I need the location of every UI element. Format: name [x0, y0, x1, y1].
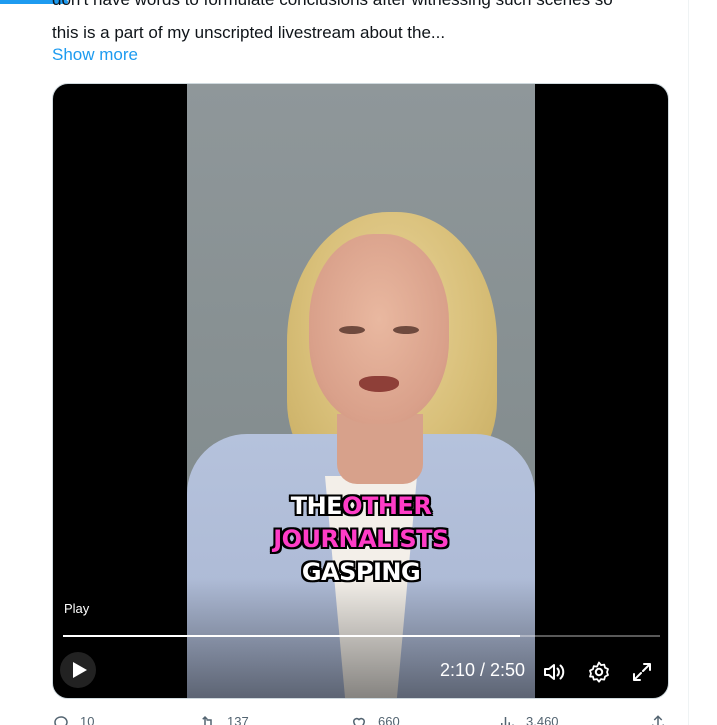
caption-word-the: THE	[290, 492, 343, 520]
tweet-text-line-2: this is a part of my unscripted livestre…	[52, 23, 446, 42]
column-divider	[688, 0, 689, 725]
show-more-link[interactable]: Show more	[52, 45, 138, 65]
presenter-neck	[337, 414, 423, 484]
video-player[interactable]: THEOTHER JOURNALISTS GASPING Play 2:10 /…	[52, 83, 669, 699]
play-button[interactable]	[60, 652, 96, 688]
tweet-actions: 10 137 660 3,460	[52, 714, 669, 725]
right-eye	[393, 326, 419, 334]
tweet-text-line-1: don't have words to formulate conclusion…	[52, 0, 613, 11]
mouth	[359, 376, 399, 392]
repost-button[interactable]: 137	[199, 714, 249, 725]
play-tooltip: Play	[64, 601, 90, 616]
views-icon	[501, 717, 514, 725]
share-button[interactable]	[649, 714, 667, 725]
volume-button[interactable]	[542, 660, 566, 684]
presenter-face	[309, 234, 449, 424]
reply-count: 10	[80, 714, 95, 725]
reply-button[interactable]: 10	[52, 714, 94, 725]
video-time: 2:10 / 2:50	[440, 660, 526, 680]
views-count: 3,460	[526, 714, 559, 725]
settings-button[interactable]	[587, 660, 611, 684]
repost-icon	[202, 715, 212, 725]
views-button[interactable]: 3,460	[498, 714, 559, 725]
controls-overlay	[53, 578, 668, 698]
caption-word-other: OTHER	[342, 492, 432, 520]
left-eye	[339, 326, 365, 334]
repost-count: 137	[227, 714, 249, 725]
video-scrubber[interactable]	[63, 635, 660, 637]
settings-icon	[589, 661, 609, 683]
fullscreen-icon	[633, 663, 651, 681]
fullscreen-button[interactable]	[630, 660, 654, 684]
like-button[interactable]: 660	[350, 714, 400, 725]
like-count: 660	[378, 714, 400, 725]
like-icon	[352, 717, 366, 725]
caption-word-journalists: JOURNALISTS	[273, 525, 449, 553]
reply-icon	[54, 716, 68, 725]
volume-icon	[544, 664, 565, 680]
share-icon	[652, 715, 664, 725]
right-gutter	[689, 0, 717, 725]
video-captions: THEOTHER JOURNALISTS GASPING	[187, 490, 535, 589]
video-scrubber-progress	[63, 635, 520, 637]
